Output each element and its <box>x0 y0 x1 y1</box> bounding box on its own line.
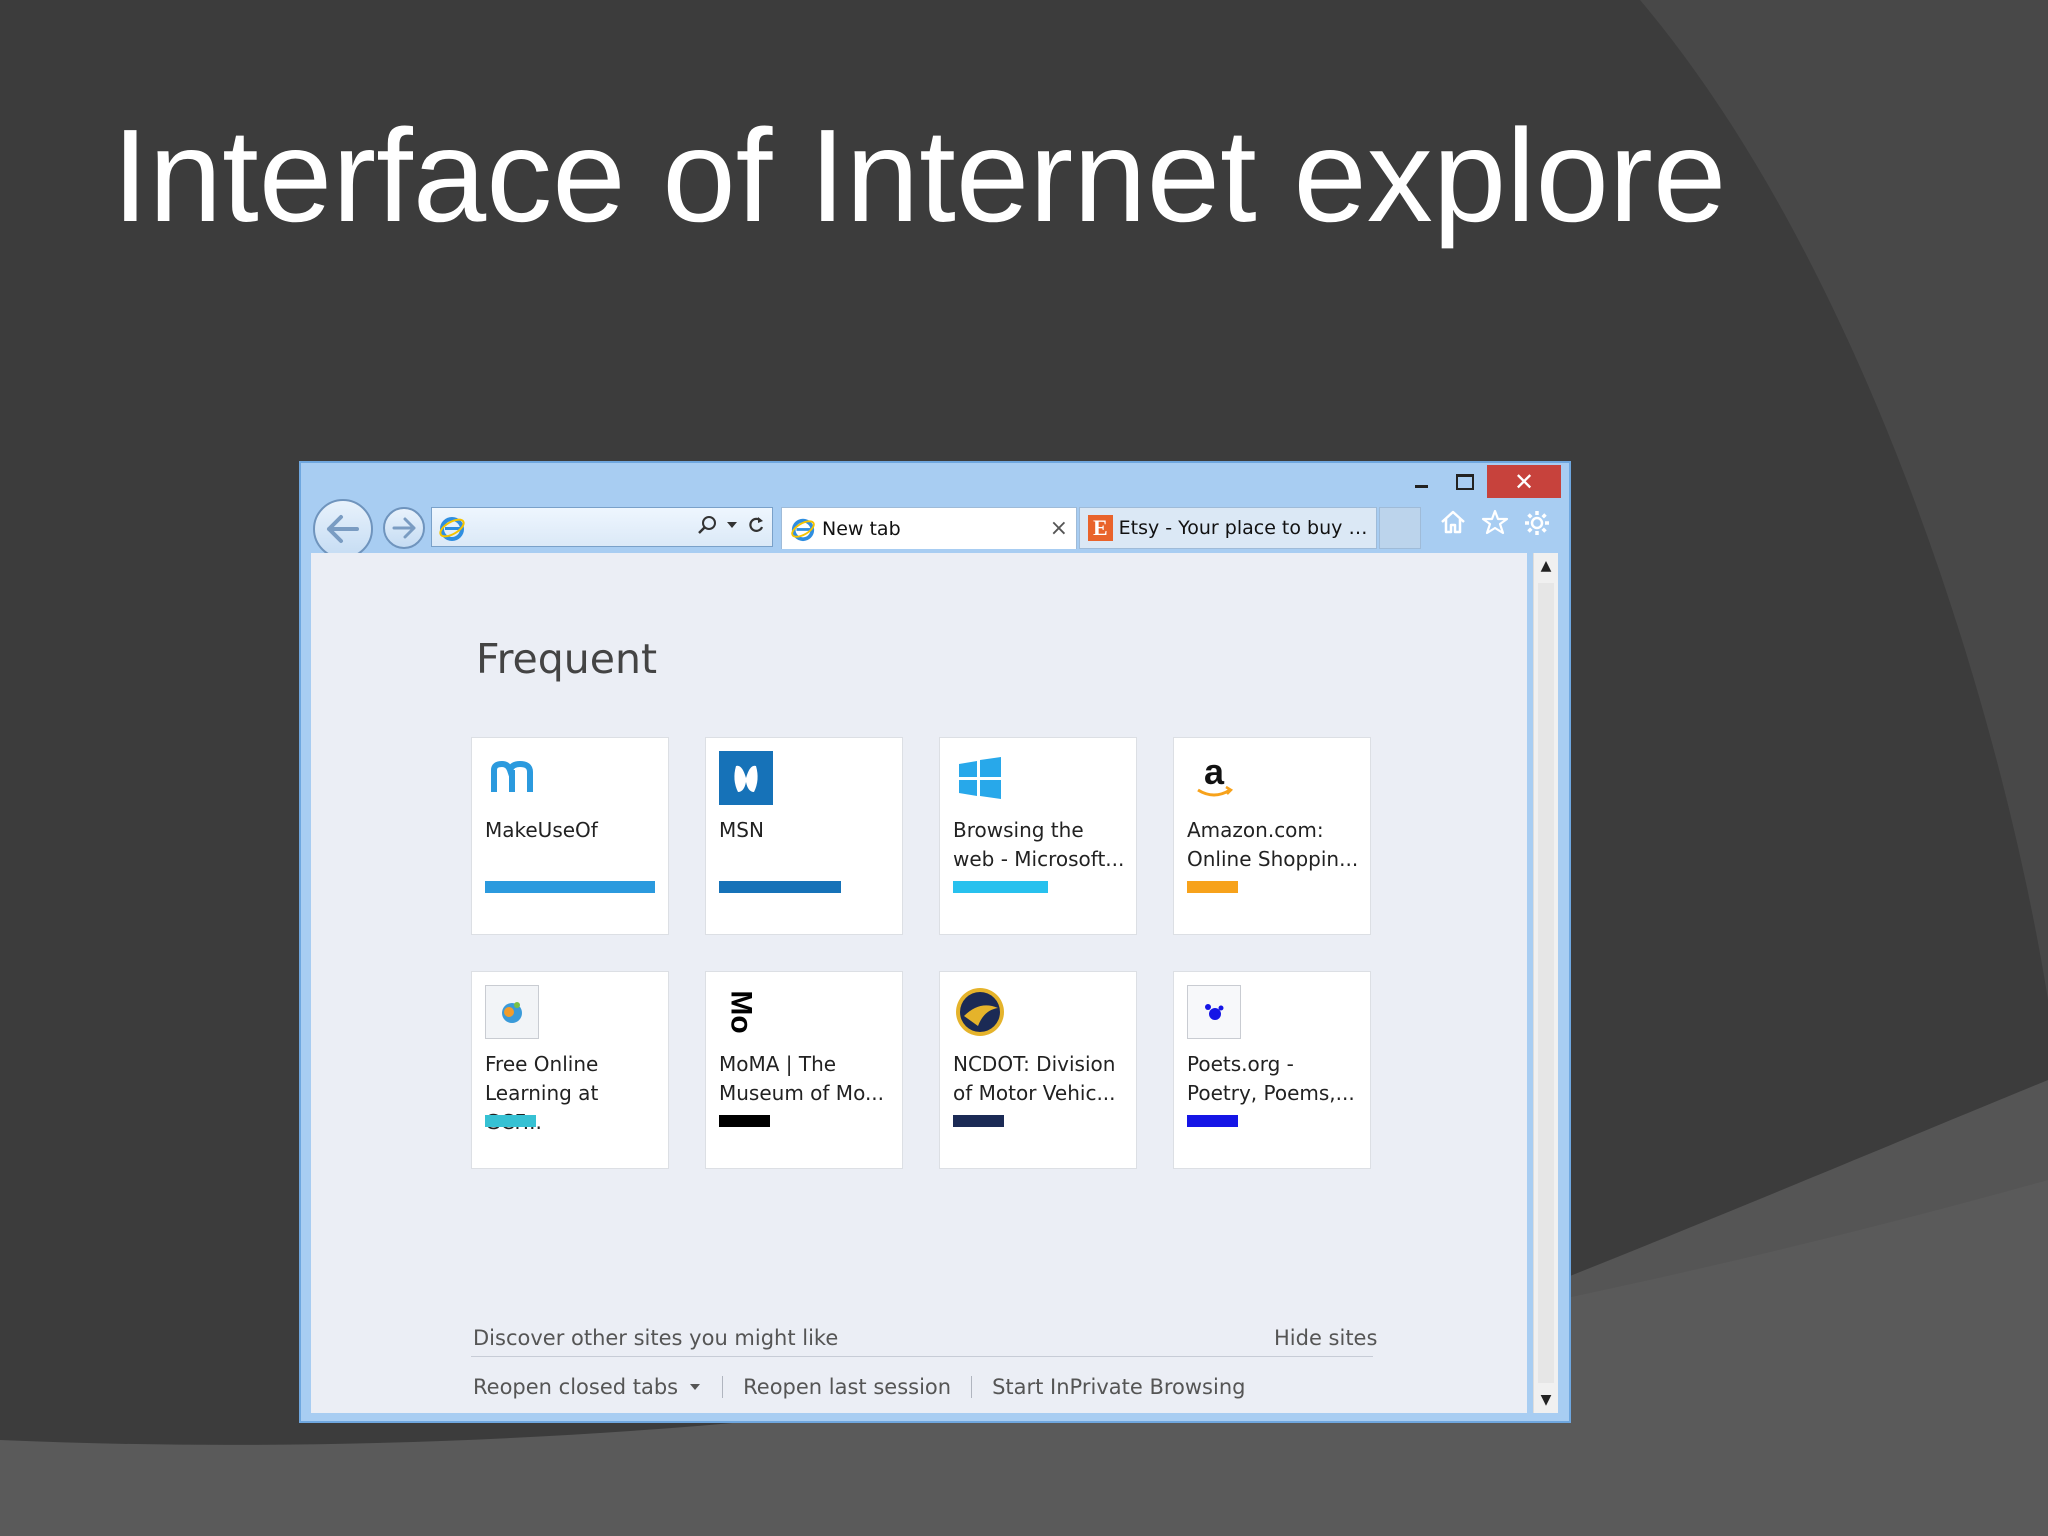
back-arrow-icon <box>327 515 359 543</box>
frequent-heading: Frequent <box>476 635 658 683</box>
bottom-links: Reopen closed tabs Reopen last session S… <box>473 1375 1245 1399</box>
usage-bar <box>719 1115 770 1127</box>
tile-label: Browsing the web - Microsoft... <box>953 818 1125 871</box>
tile-msn[interactable]: MSN <box>705 737 903 935</box>
moma-icon: Mo <box>719 985 773 1039</box>
usage-bar <box>1187 881 1238 893</box>
svg-text:a: a <box>1204 754 1225 792</box>
chevron-down-icon[interactable] <box>688 1382 702 1392</box>
separator <box>722 1376 724 1398</box>
reopen-last-session-link[interactable]: Reopen last session <box>743 1375 951 1399</box>
usage-bar <box>1187 1115 1238 1127</box>
usage-bar <box>719 881 841 893</box>
minimize-icon <box>1414 485 1428 488</box>
address-bar-actions <box>696 514 766 536</box>
scroll-down-button[interactable]: ▼ <box>1536 1389 1556 1411</box>
tab-etsy[interactable]: E Etsy - Your place to buy an... <box>1079 507 1377 549</box>
windows-icon <box>953 751 1007 805</box>
tab-label: New tab <box>822 517 901 540</box>
ie-logo-icon <box>439 517 465 541</box>
tile-amazon[interactable]: a Amazon.com: Online Shoppin... <box>1173 737 1371 935</box>
amazon-icon: a <box>1187 751 1241 805</box>
settings-gear-icon[interactable] <box>1523 509 1551 537</box>
favorites-star-icon[interactable] <box>1481 509 1509 535</box>
ncdot-icon <box>953 985 1007 1039</box>
msn-icon <box>719 751 773 805</box>
tile-label: MoMA | The Museum of Mo... <box>719 1052 885 1105</box>
tile-label: MakeUseOf <box>485 818 598 842</box>
start-inprivate-link[interactable]: Start InPrivate Browsing <box>992 1375 1245 1399</box>
ie-tab-icon <box>791 518 815 541</box>
close-tab-icon[interactable]: × <box>1050 516 1068 541</box>
back-button[interactable] <box>313 499 373 559</box>
makeuseof-icon <box>485 751 539 805</box>
usage-bar <box>953 881 1048 893</box>
forward-button[interactable] <box>383 507 425 549</box>
new-tab-button[interactable] <box>1379 507 1421 549</box>
tile-label: NCDOT: Division of Motor Vehic... <box>953 1052 1116 1105</box>
poets-icon <box>1187 985 1241 1039</box>
maximize-icon <box>1456 473 1474 490</box>
maximize-button[interactable] <box>1443 465 1487 498</box>
reopen-closed-tabs-link[interactable]: Reopen closed tabs <box>473 1375 678 1399</box>
scroll-up-button[interactable]: ▲ <box>1536 555 1556 577</box>
address-input[interactable] <box>472 512 656 544</box>
moma-icon-text: Mo <box>724 990 758 1034</box>
gcf-icon <box>485 985 539 1039</box>
minimize-button[interactable] <box>1399 465 1443 498</box>
tile-moma[interactable]: Mo MoMA | The Museum of Mo... <box>705 971 903 1169</box>
tile-ncdot[interactable]: NCDOT: Division of Motor Vehic... <box>939 971 1137 1169</box>
discover-sites-link[interactable]: Discover other sites you might like <box>473 1326 838 1350</box>
dropdown-arrow-icon[interactable] <box>726 520 738 530</box>
window-controls: ✕ <box>1399 465 1561 498</box>
tab-new-tab[interactable]: New tab × <box>781 507 1077 549</box>
scroll-track[interactable] <box>1538 583 1554 1383</box>
slide-title: Interface of Internet explore <box>112 102 1727 249</box>
hide-sites-link[interactable]: Hide sites <box>1274 1326 1377 1350</box>
tile-gcf[interactable]: Free Online Learning at GCF... <box>471 971 669 1169</box>
tile-label: MSN <box>719 818 764 842</box>
divider <box>471 1356 1373 1357</box>
forward-arrow-icon <box>392 517 416 539</box>
etsy-icon: E <box>1088 515 1113 541</box>
usage-bar <box>485 1115 536 1127</box>
home-icon[interactable] <box>1439 509 1467 535</box>
refresh-icon[interactable] <box>746 515 766 535</box>
tile-label: Amazon.com: Online Shoppin... <box>1187 818 1359 871</box>
tile-makeuseof[interactable]: MakeUseOf <box>471 737 669 935</box>
separator <box>971 1376 973 1398</box>
close-window-button[interactable]: ✕ <box>1487 465 1561 498</box>
tile-label: Poets.org - Poetry, Poems,... <box>1187 1052 1355 1105</box>
usage-bar <box>953 1115 1004 1127</box>
browser-window: ✕ New tab × E Etsy - Your place to buy a… <box>299 461 1571 1423</box>
tab-label: Etsy - Your place to buy an... <box>1118 517 1376 539</box>
usage-bar <box>485 881 655 893</box>
address-bar[interactable] <box>431 507 773 547</box>
search-icon[interactable] <box>696 514 718 536</box>
vertical-scrollbar[interactable]: ▲ ▼ <box>1533 553 1558 1413</box>
new-tab-page: Frequent MakeUseOf MSN Browsing the web … <box>311 553 1527 1413</box>
tile-microsoft[interactable]: Browsing the web - Microsoft... <box>939 737 1137 935</box>
tile-poets[interactable]: Poets.org - Poetry, Poems,... <box>1173 971 1371 1169</box>
toolbar <box>1439 509 1551 537</box>
